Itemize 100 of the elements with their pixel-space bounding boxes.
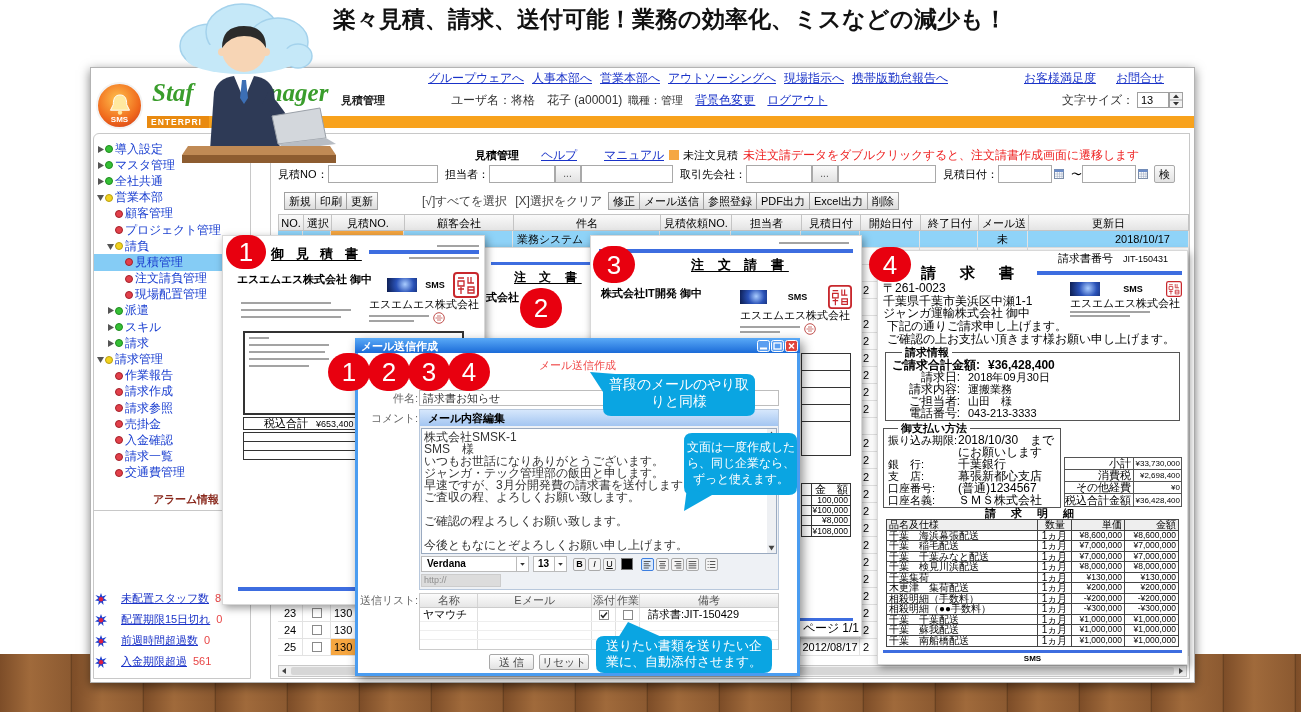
font-select[interactable]: Verdana (421, 556, 529, 572)
size-select[interactable]: 13 (533, 556, 567, 572)
caret-right-icon[interactable] (107, 323, 114, 331)
caret-right-icon[interactable] (97, 177, 104, 185)
nav-link[interactable]: 現場指示へ (784, 71, 844, 85)
toolbar-button[interactable]: 印刷 (315, 192, 347, 210)
search-field[interactable] (1081, 165, 1136, 183)
column-header[interactable]: 更新日 (1029, 214, 1189, 231)
toolbar-button[interactable]: 削除 (866, 192, 899, 210)
color-swatch-icon[interactable] (621, 558, 633, 570)
caret-down-icon[interactable] (107, 242, 114, 250)
search-button[interactable]: 検 (1153, 165, 1175, 183)
paragraph-button[interactable] (686, 557, 699, 571)
checkbox[interactable] (622, 609, 633, 620)
caret-right-icon[interactable] (107, 339, 114, 347)
tree-item[interactable]: 顧客管理 (94, 205, 173, 222)
search-field[interactable] (997, 165, 1052, 183)
checkbox[interactable] (311, 625, 322, 635)
selection-link[interactable]: [√]すべてを選択 (422, 192, 508, 210)
help-link[interactable]: ヘルプ (541, 146, 577, 164)
tree-item[interactable]: 請求管理 (94, 351, 163, 368)
tree-item[interactable]: 作業報告 (94, 367, 173, 384)
tree-item[interactable]: マスタ管理 (94, 157, 175, 174)
column-header[interactable]: 作業 (616, 594, 640, 607)
column-header[interactable]: メール送 (979, 214, 1029, 231)
tree-item[interactable]: 入金確認 (94, 432, 173, 449)
tree-item[interactable]: 全社共通 (94, 173, 163, 190)
nav-link[interactable]: アウトソーシングへ (668, 71, 776, 85)
alarm-link[interactable]: 入金期限超過 (121, 653, 187, 670)
spinner-icon[interactable] (1169, 92, 1183, 108)
tree-item[interactable]: プロジェクト管理 (94, 221, 221, 239)
tree-item[interactable]: 請求一覧 (94, 448, 173, 465)
toolbar-button[interactable]: 参照登録 (702, 192, 757, 210)
tree-item[interactable]: 売掛金 (94, 416, 161, 433)
manual-link[interactable]: マニュアル (604, 146, 664, 164)
toolbar-button[interactable]: 修正 (607, 192, 640, 210)
picker-button[interactable]: ... (811, 165, 838, 183)
caret-down-icon[interactable] (97, 194, 104, 202)
search-field[interactable] (745, 165, 812, 183)
caret-down-icon[interactable] (97, 356, 104, 364)
tree-item[interactable]: 導入設定 (94, 141, 163, 158)
column-header[interactable]: 添付 (592, 594, 616, 607)
tree-item[interactable]: 現場配置管理 (94, 286, 207, 303)
tree-item[interactable]: 営業本部 (94, 189, 163, 206)
nav-link[interactable]: 営業本部へ (600, 71, 660, 85)
paragraph-button[interactable] (641, 557, 654, 571)
paragraph-button[interactable] (705, 557, 718, 571)
alarm-link[interactable]: 前週時間超過数 (121, 632, 198, 649)
toolbar-button[interactable]: メール送信 (638, 192, 704, 210)
minimize-icon[interactable] (757, 339, 770, 352)
paragraph-button[interactable] (656, 557, 669, 571)
caret-right-icon[interactable] (97, 161, 104, 169)
tree-item[interactable]: 注文請負管理 (94, 270, 207, 287)
column-header[interactable]: 見積NO. (332, 214, 405, 231)
tree-item[interactable]: 交通費管理 (94, 464, 185, 481)
tree-item[interactable]: 派遣 (94, 302, 149, 320)
toolbar-button[interactable]: 更新 (346, 192, 378, 210)
calendar-icon[interactable] (1053, 169, 1064, 179)
font-size-field[interactable]: 13 (1137, 92, 1169, 108)
column-header[interactable]: 終了日付 (921, 214, 979, 231)
format-button[interactable]: B (573, 557, 586, 571)
column-header[interactable]: 選択 (304, 214, 332, 231)
nav-link[interactable]: 人事本部へ (532, 71, 592, 85)
caret-right-icon[interactable] (107, 307, 114, 315)
tree-item[interactable]: 見積管理 (94, 254, 222, 271)
column-header[interactable]: 担当者 (732, 214, 802, 231)
column-header[interactable]: 件名 (514, 214, 661, 231)
caret-right-icon[interactable] (97, 145, 104, 153)
account-link[interactable]: ログアウト (767, 91, 828, 109)
column-header[interactable]: 開始日付 (861, 214, 921, 231)
column-header[interactable]: 顧客会社 (405, 214, 514, 231)
search-field[interactable] (580, 165, 673, 183)
alarm-link[interactable]: 配置期限15日切れ (121, 611, 211, 628)
paragraph-button[interactable] (671, 557, 684, 571)
checkbox[interactable] (311, 608, 322, 618)
format-button[interactable]: U (603, 557, 616, 571)
account-link[interactable]: 背景色変更 (695, 91, 756, 109)
toolbar-button[interactable]: PDF出力 (755, 192, 810, 210)
support-link[interactable]: お客様満足度 (1024, 71, 1096, 85)
column-header[interactable]: 名称 (420, 594, 478, 607)
tree-item[interactable]: スキル (94, 319, 161, 336)
checkbox[interactable] (598, 609, 609, 620)
tree-item[interactable]: 請求作成 (94, 383, 173, 400)
format-button[interactable]: I (588, 557, 601, 571)
maximize-icon[interactable] (771, 339, 784, 352)
support-link[interactable]: お問合せ (1116, 71, 1164, 85)
tree-item[interactable]: 請負 (94, 238, 149, 255)
search-field[interactable] (837, 165, 936, 183)
toolbar-button[interactable]: 新規 (284, 192, 316, 210)
toolbar-button[interactable]: Excel出力 (808, 192, 868, 210)
tree-item[interactable]: 請求参照 (94, 400, 173, 417)
nav-link[interactable]: 携帯版勤怠報告へ (852, 71, 948, 85)
column-header[interactable]: NO. (279, 214, 304, 231)
alarm-link[interactable]: 未配置スタッフ数 (121, 590, 209, 607)
search-field[interactable] (488, 165, 555, 183)
column-header[interactable]: 見積依頼NO. (661, 214, 732, 231)
checkbox[interactable] (311, 642, 322, 652)
picker-button[interactable]: ... (554, 165, 581, 183)
send-button[interactable]: 送 信 (489, 654, 534, 670)
selection-link[interactable]: [X]選択をクリア (515, 192, 602, 210)
